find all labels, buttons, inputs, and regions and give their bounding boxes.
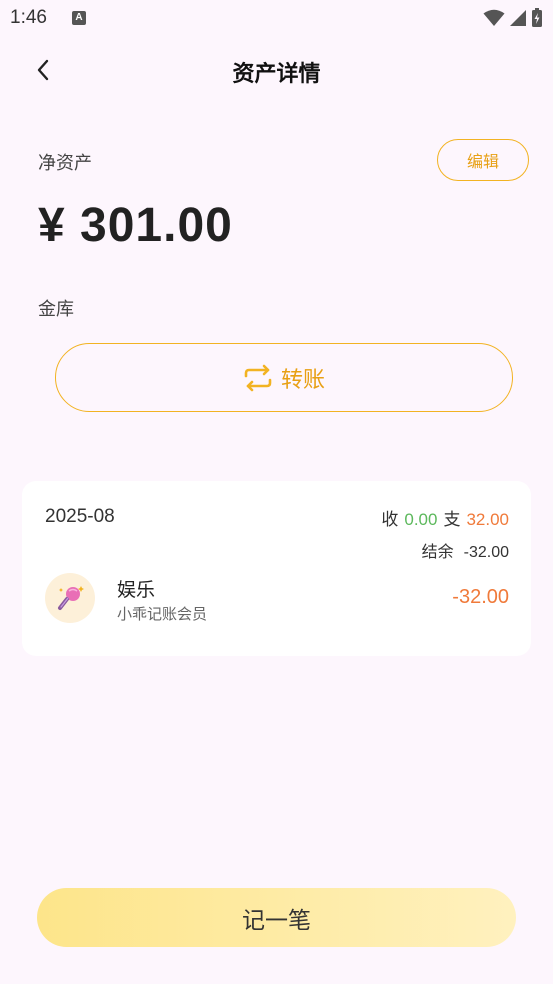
net-assets-amount: ¥ 301.00 <box>38 199 233 252</box>
entry-amount: -32.00 <box>452 586 509 608</box>
entry-note: 小乖记账会员 <box>117 605 208 623</box>
expense-value: 32.00 <box>466 510 509 529</box>
status-time: 1:46 <box>10 7 47 28</box>
signal-icon <box>510 10 526 26</box>
account-name: 金库 <box>38 299 74 320</box>
balance-value: -32.00 <box>463 544 509 561</box>
record-card: 2025-08 收 0.00 支 32.00 结余 -32.00 娱乐 小乖记账… <box>22 481 531 656</box>
battery-icon <box>532 8 542 27</box>
list-item[interactable]: 娱乐 小乖记账会员 -32.00 <box>22 571 531 626</box>
month-summary: 收 0.00 支 32.00 <box>381 505 509 530</box>
record-month: 2025-08 <box>45 506 115 527</box>
add-record-button[interactable]: 记一笔 <box>37 888 516 947</box>
edit-button[interactable]: 编辑 <box>437 139 529 181</box>
status-bar: 1:46 A <box>0 0 553 36</box>
expense-label: 支 <box>443 510 461 530</box>
net-assets-label: 净资产 <box>38 153 92 174</box>
notification-icon: A <box>72 11 86 25</box>
income-value: 0.00 <box>404 510 438 529</box>
month-balance: 结余 -32.00 <box>422 538 509 562</box>
wifi-icon <box>483 9 505 26</box>
balance-label: 结余 <box>421 542 454 561</box>
transfer-icon <box>243 364 273 392</box>
microphone-icon <box>45 573 95 623</box>
transfer-label: 转账 <box>280 367 325 393</box>
entry-category: 娱乐 <box>117 579 156 601</box>
nav-bar: 资产详情 <box>0 45 553 95</box>
income-label: 收 <box>381 510 399 530</box>
transfer-button[interactable]: 转账 <box>55 343 513 412</box>
page-title: 资产详情 <box>232 62 321 87</box>
status-icons <box>483 8 543 28</box>
